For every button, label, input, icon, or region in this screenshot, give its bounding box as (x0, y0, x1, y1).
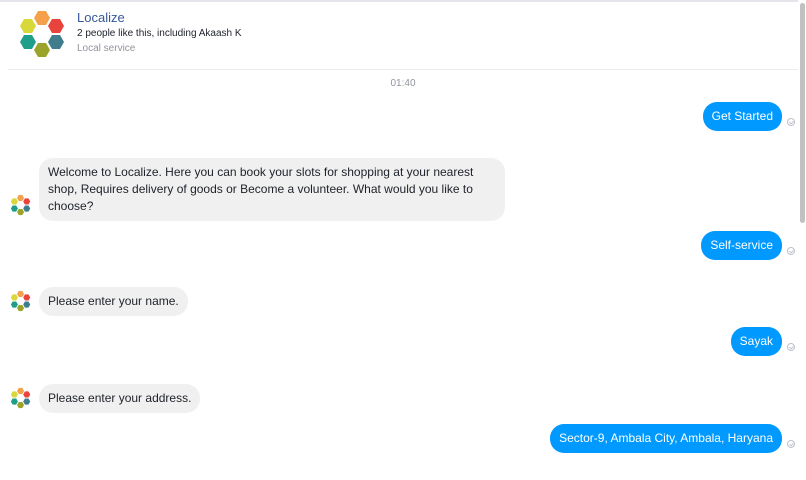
user-message-bubble: Sector-9, Ambala City, Ambala, Haryana (550, 424, 782, 453)
check-circle-icon (787, 440, 795, 448)
top-border (0, 0, 806, 2)
scrollbar[interactable] (798, 0, 806, 480)
bot-message-bubble: Please enter your name. (39, 287, 188, 316)
bot-message-bubble: Please enter your address. (39, 384, 201, 413)
scrollbar-thumb[interactable] (800, 3, 805, 223)
bot-avatar-icon (10, 387, 31, 409)
conversation-timestamp: 01:40 (390, 78, 416, 89)
user-message-bubble: Sayak (730, 327, 782, 356)
user-message-bubble: Get Started (702, 102, 782, 131)
bot-avatar-icon (10, 290, 31, 312)
check-circle-icon (787, 343, 795, 351)
bot-message-bubble: Welcome to Localize. Here you can book y… (39, 158, 505, 221)
user-message-bubble: Self-service (701, 231, 782, 260)
page-header: Localize 2 people like this, including A… (8, 3, 800, 70)
page-category: Local service (77, 43, 136, 54)
page-likes-text: 2 people like this, including Akaash K (77, 28, 242, 39)
bot-avatar-icon (10, 194, 31, 216)
localize-logo-icon[interactable] (18, 9, 68, 59)
check-circle-icon (787, 118, 795, 126)
check-circle-icon (787, 247, 795, 255)
page-name[interactable]: Localize (77, 10, 125, 25)
